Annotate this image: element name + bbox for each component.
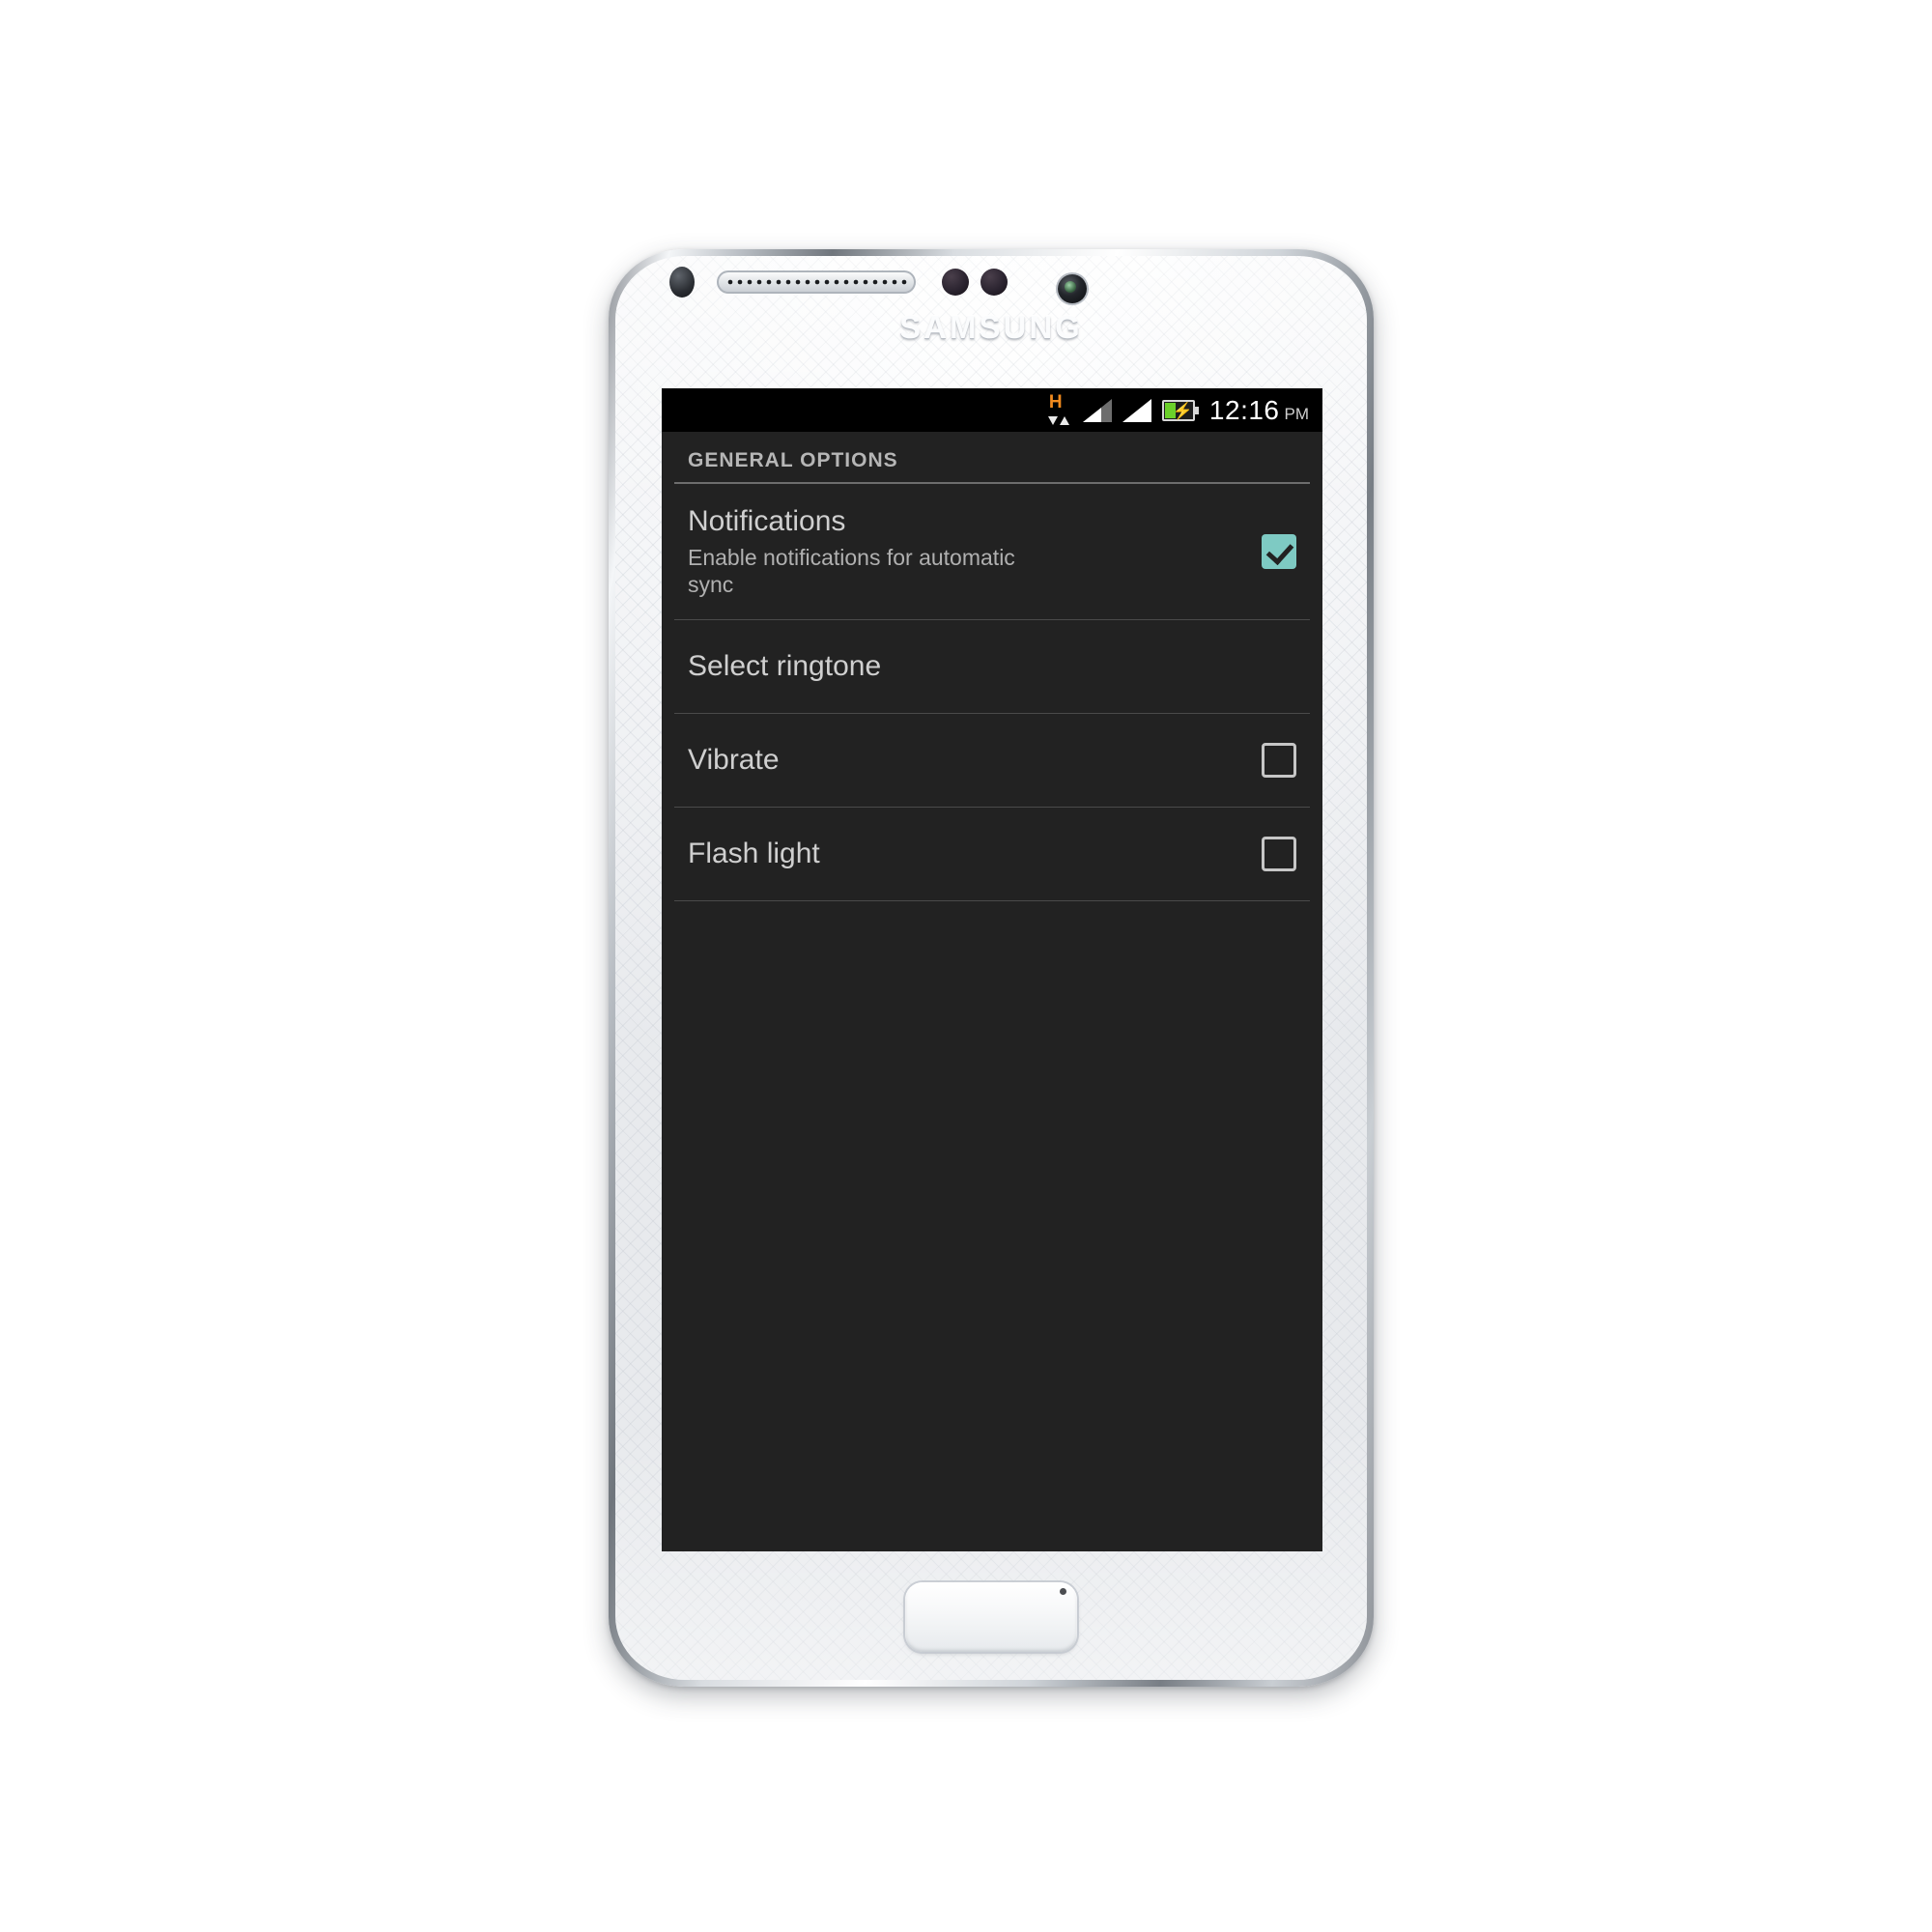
row-divider xyxy=(674,899,1310,901)
status-bar-icons: H ⚡ 12:16 PM xyxy=(1047,388,1309,432)
preference-text-block: Flash light xyxy=(688,838,1262,870)
preference-title: Flash light xyxy=(688,837,820,869)
screenshot-canvas: SAMSUNG H ⚡ 12:16 PM GENERAL OPTIONS Not… xyxy=(0,0,1932,1932)
checkbox-notifications[interactable] xyxy=(1262,533,1296,569)
network-type-label: H xyxy=(1048,391,1063,412)
signal-strength-icon-sim2 xyxy=(1122,398,1151,422)
earpiece-speaker-icon xyxy=(717,270,916,294)
preference-row-select-ringtone[interactable]: Select ringtone xyxy=(662,620,1322,713)
checkbox-vibrate[interactable] xyxy=(1262,742,1296,778)
proximity-sensor-icon xyxy=(669,267,695,298)
gesture-sensor-icon xyxy=(980,269,1008,296)
settings-content: GENERAL OPTIONS Notifications Enable not… xyxy=(662,432,1322,1551)
samsung-brand-logo: SAMSUNG xyxy=(899,309,1083,345)
data-download-arrow-icon xyxy=(1047,415,1058,425)
preference-text-block: Vibrate xyxy=(688,744,1262,777)
battery-charging-icon: ⚡ xyxy=(1161,399,1199,421)
preference-row-flash-light[interactable]: Flash light xyxy=(662,808,1322,900)
preference-title: Select ringtone xyxy=(688,649,882,682)
clock-time: 12:16 xyxy=(1208,394,1280,425)
preference-row-vibrate[interactable]: Vibrate xyxy=(662,714,1322,807)
light-sensor-icon xyxy=(942,269,969,296)
data-upload-arrow-icon xyxy=(1059,415,1069,425)
status-bar: H ⚡ 12:16 PM xyxy=(662,388,1322,432)
earpiece-grille xyxy=(725,278,907,286)
preference-title: Vibrate xyxy=(688,743,780,776)
front-camera-icon xyxy=(1058,274,1087,303)
preference-text-block: Notifications Enable notifications for a… xyxy=(688,505,1262,598)
status-bar-clock: 12:16 PM xyxy=(1209,395,1309,426)
hspa-data-icon: H xyxy=(1047,391,1072,426)
clock-ampm: PM xyxy=(1284,404,1310,423)
checkbox-flash-light[interactable] xyxy=(1262,836,1296,871)
preference-text-block: Select ringtone xyxy=(688,650,1296,683)
phone-screen: H ⚡ 12:16 PM GENERAL OPTIONS Notificatio… xyxy=(662,388,1322,1551)
home-button[interactable] xyxy=(905,1582,1077,1652)
preference-title: Notifications xyxy=(688,505,846,537)
signal-strength-icon-sim1 xyxy=(1082,398,1112,422)
section-header-general-options: GENERAL OPTIONS xyxy=(688,449,898,471)
samsung-galaxy-phone: SAMSUNG H ⚡ 12:16 PM GENERAL OPTIONS Not… xyxy=(609,249,1374,1687)
preference-summary: Enable notifications for automatic sync xyxy=(688,544,1015,597)
preference-row-notifications[interactable]: Notifications Enable notifications for a… xyxy=(662,484,1322,619)
